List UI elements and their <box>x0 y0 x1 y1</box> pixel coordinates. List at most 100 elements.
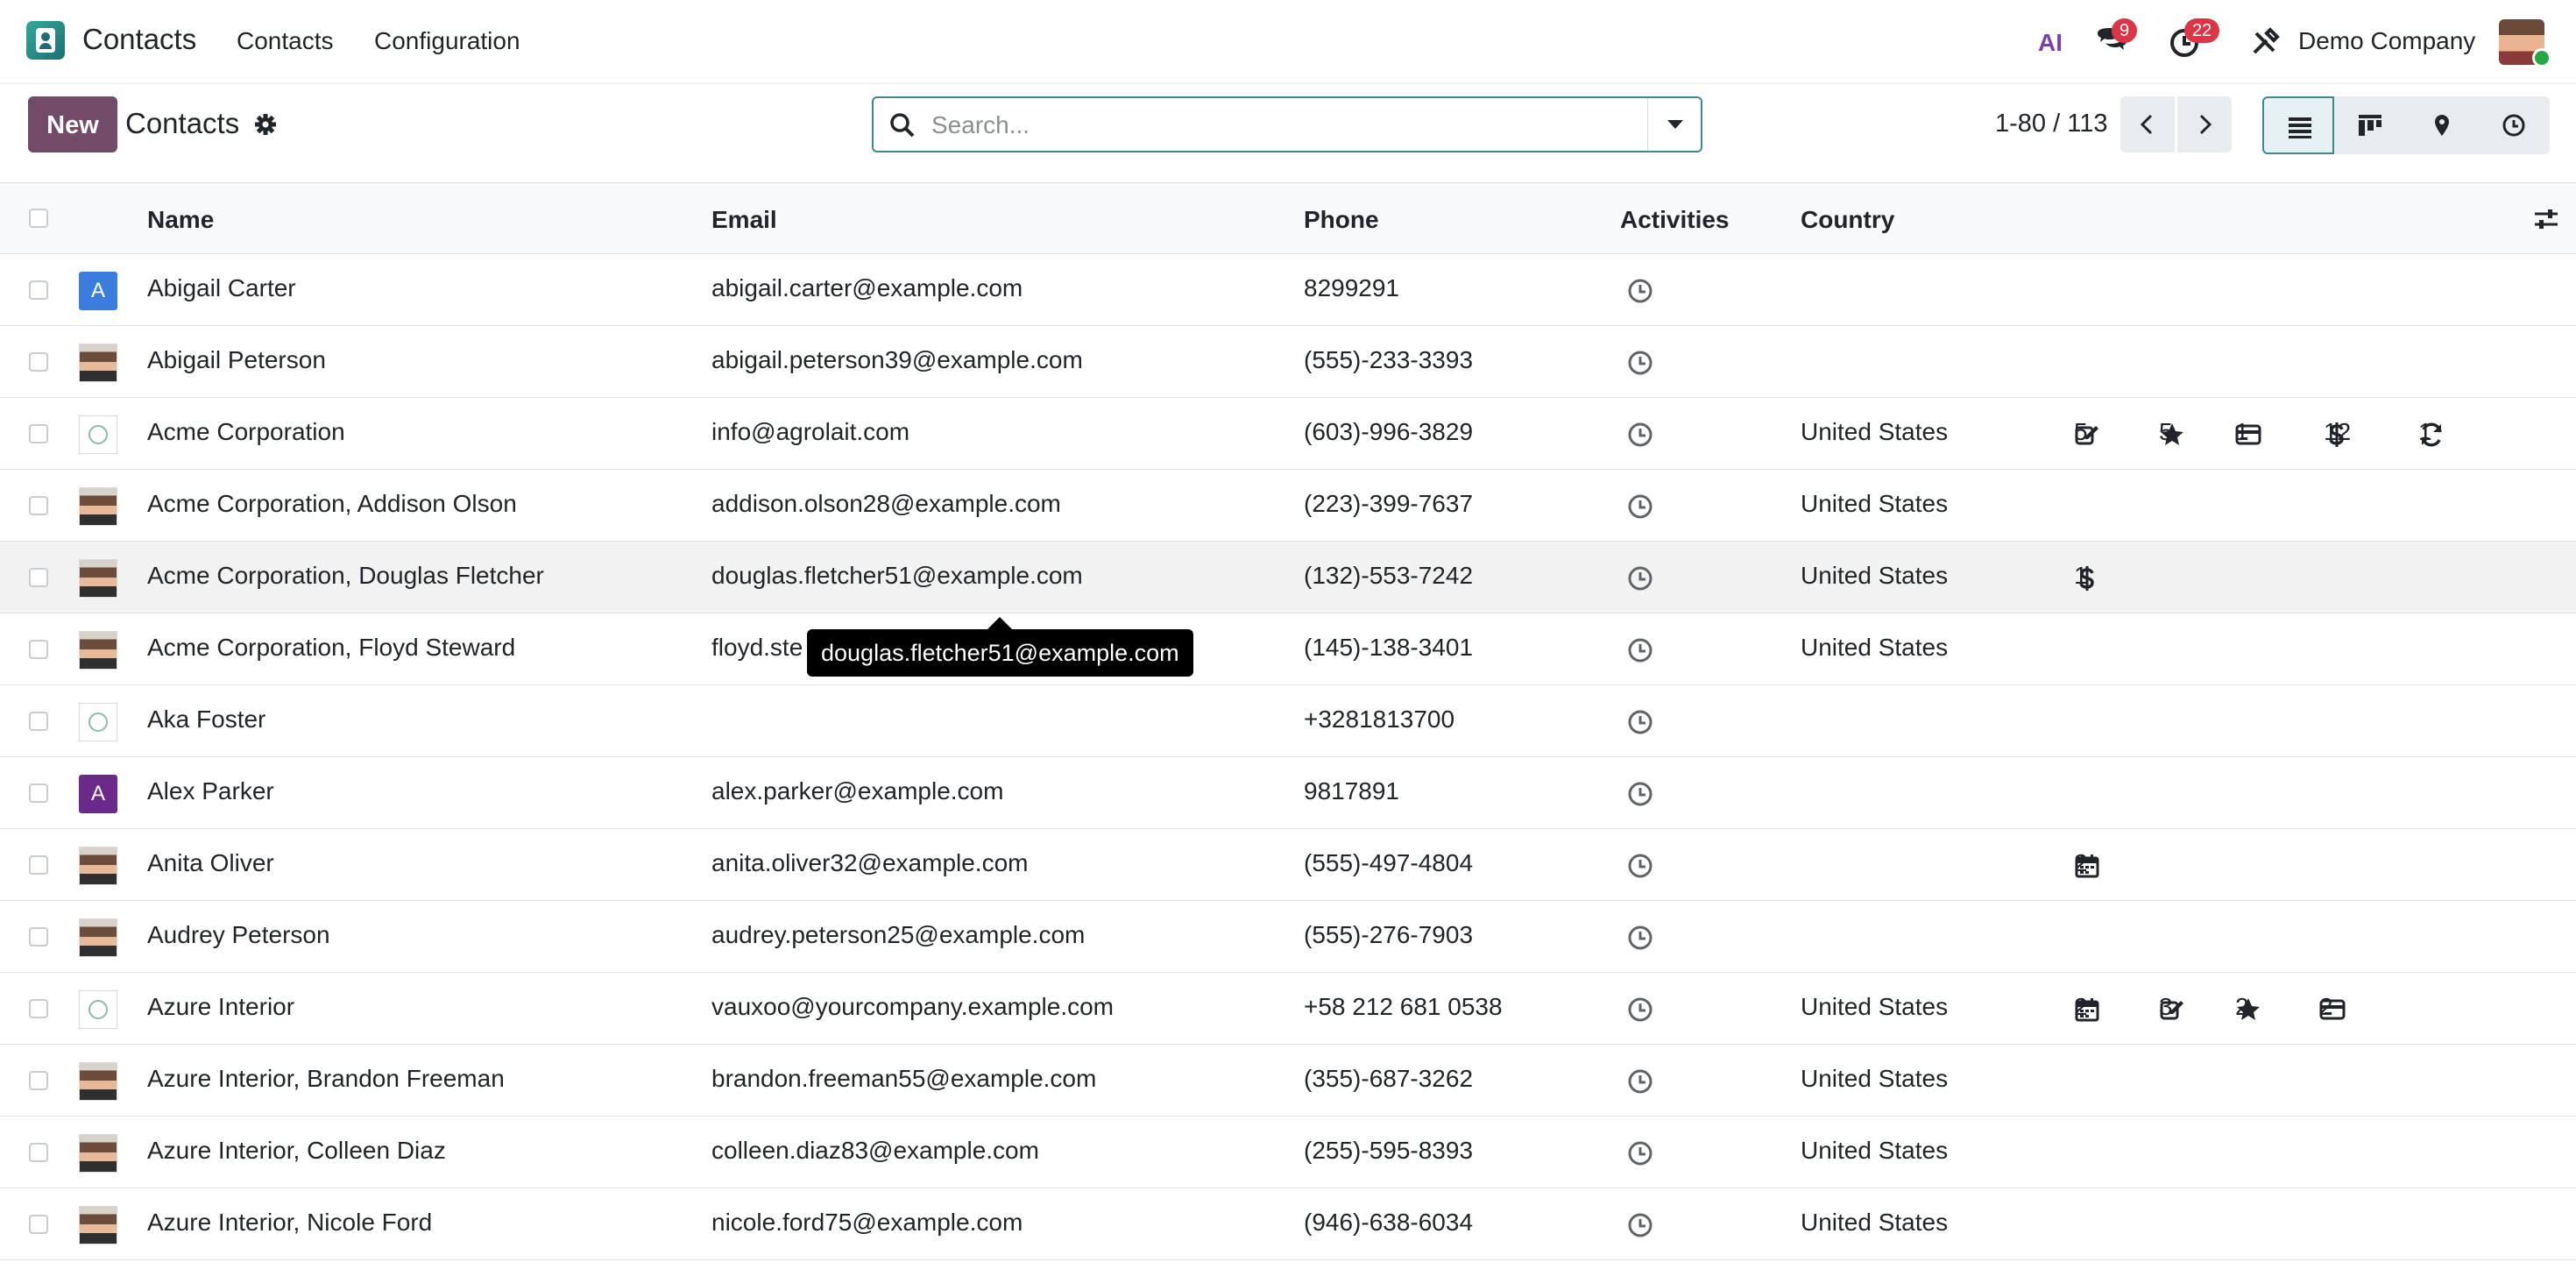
contact-email[interactable]: abigail.carter@example.com <box>711 274 1023 302</box>
row-checkbox[interactable] <box>29 999 48 1018</box>
contact-phone[interactable]: (946)-638-6034 <box>1304 1209 1473 1237</box>
contacts-app-icon[interactable] <box>26 21 65 60</box>
activity-clock-icon[interactable] <box>1627 278 1653 304</box>
row-checkbox[interactable] <box>29 352 48 372</box>
optional-columns-sliders-icon[interactable] <box>2533 206 2559 232</box>
app-name[interactable]: Contacts <box>82 23 196 56</box>
contact-phone[interactable]: 8299291 <box>1304 274 1399 302</box>
activity-clock-icon[interactable] <box>1627 422 1653 448</box>
row-checkbox[interactable] <box>29 855 48 875</box>
gear-icon[interactable] <box>254 113 277 136</box>
column-activities[interactable]: Activities <box>1620 206 1730 234</box>
table-row[interactable]: Azure Interior, Colleen Diaz colleen.diaz… <box>0 1117 2576 1188</box>
row-checkbox[interactable] <box>29 280 48 300</box>
table-row[interactable]: Azure Interior, Nicole Ford nicole.ford75… <box>0 1188 2576 1260</box>
table-row[interactable]: A Alex Parker alex.parker@example.com 98178… <box>0 757 2576 829</box>
activity-clock-icon[interactable] <box>1627 996 1653 1023</box>
row-checkbox[interactable] <box>29 496 48 515</box>
column-email[interactable]: Email <box>711 206 777 234</box>
table-row[interactable]: Abigail Peterson abigail.peterson39@examp… <box>0 326 2576 398</box>
table-row[interactable]: Acme Corporation info@agrolait.com (603)-9… <box>0 398 2576 470</box>
contact-email[interactable]: audrey.peterson25@example.com <box>711 921 1085 949</box>
search-options-toggle[interactable] <box>1647 98 1701 151</box>
table-row[interactable]: Anita Oliver anita.oliver32@example.com (5… <box>0 829 2576 901</box>
table-row[interactable]: Aka Foster +3281813700 <box>0 685 2576 757</box>
contact-name[interactable]: Acme Corporation <box>147 418 345 446</box>
row-checkbox[interactable] <box>29 712 48 731</box>
menu-configuration[interactable]: Configuration <box>374 27 520 55</box>
table-row[interactable]: Acme Corporation, Addison Olson addison.o… <box>0 470 2576 542</box>
contact-phone[interactable]: (223)-399-7637 <box>1304 490 1473 518</box>
new-button[interactable]: New <box>28 96 117 152</box>
contact-email[interactable]: anita.oliver32@example.com <box>711 849 1028 877</box>
activity-clock-icon[interactable] <box>1627 350 1653 376</box>
contact-email[interactable]: brandon.freeman55@example.com <box>711 1065 1096 1093</box>
pager-value[interactable]: 1-80 / 113 <box>1995 110 2107 138</box>
column-country[interactable]: Country <box>1801 206 1894 234</box>
table-row[interactable]: Acme Corporation, Floyd Steward floyd.ste… <box>0 613 2576 685</box>
contact-email[interactable]: info@agrolait.com <box>711 418 909 446</box>
activity-clock-icon[interactable] <box>1627 493 1653 520</box>
table-row[interactable]: Azure Interior, Brandon Freeman brandon.f… <box>0 1045 2576 1117</box>
contact-email[interactable]: vauxoo@yourcompany.example.com <box>711 993 1114 1021</box>
activity-clock-icon[interactable] <box>1627 1140 1653 1166</box>
contact-name[interactable]: Audrey Peterson <box>147 921 330 949</box>
table-row[interactable]: Azure Interior vauxoo@yourcompany.example… <box>0 973 2576 1045</box>
row-checkbox[interactable] <box>29 783 48 803</box>
contact-email[interactable]: addison.olson28@example.com <box>711 490 1061 518</box>
contact-name[interactable]: Azure Interior, Brandon Freeman <box>147 1065 505 1093</box>
contact-email[interactable]: alex.parker@example.com <box>711 777 1003 805</box>
row-checkbox[interactable] <box>29 640 48 659</box>
contact-name[interactable]: Acme Corporation, Douglas Fletcher <box>147 562 544 590</box>
activity-clock-icon[interactable] <box>1627 1068 1653 1095</box>
map-view-button[interactable] <box>2406 96 2478 154</box>
contact-name[interactable]: Aka Foster <box>147 705 265 734</box>
ai-icon[interactable]: AI <box>2037 25 2072 60</box>
contact-phone[interactable]: +58 212 681 0538 <box>1304 993 1503 1021</box>
activity-clock-icon[interactable] <box>1627 709 1653 735</box>
contact-email[interactable]: colleen.diaz83@example.com <box>711 1137 1039 1165</box>
table-row[interactable]: Audrey Peterson audrey.peterson25@example… <box>0 901 2576 973</box>
contact-phone[interactable]: (255)-595-8393 <box>1304 1137 1473 1165</box>
contact-phone[interactable]: (555)-497-4804 <box>1304 849 1473 877</box>
contact-name[interactable]: Abigail Carter <box>147 274 296 302</box>
row-checkbox[interactable] <box>29 1215 48 1234</box>
contact-phone[interactable]: (603)-996-3829 <box>1304 418 1473 446</box>
contact-name[interactable]: Acme Corporation, Addison Olson <box>147 490 517 518</box>
contact-name[interactable]: Azure Interior, Nicole Ford <box>147 1209 432 1237</box>
row-checkbox[interactable] <box>29 927 48 946</box>
row-checkbox[interactable] <box>29 1143 48 1162</box>
menu-contacts[interactable]: Contacts <box>237 27 334 55</box>
activity-clock-icon[interactable] <box>1627 565 1653 592</box>
activity-view-button[interactable] <box>2478 96 2550 154</box>
activity-clock-icon[interactable] <box>1627 925 1653 951</box>
row-checkbox[interactable] <box>29 424 48 443</box>
table-row[interactable]: Acme Corporation, Douglas Fletcher dougla… <box>0 542 2576 613</box>
company-switcher[interactable]: Demo Company <box>2298 27 2475 55</box>
column-phone[interactable]: Phone <box>1304 206 1379 234</box>
contact-name[interactable]: Alex Parker <box>147 777 274 805</box>
contact-name[interactable]: Anita Oliver <box>147 849 274 877</box>
activity-clock-icon[interactable] <box>1627 853 1653 879</box>
contact-name[interactable]: Azure Interior, Colleen Diaz <box>147 1137 446 1165</box>
contact-phone[interactable]: 9817891 <box>1304 777 1399 805</box>
column-name[interactable]: Name <box>147 206 214 234</box>
pager-next-button[interactable] <box>2177 96 2232 152</box>
contact-phone[interactable]: +3281813700 <box>1304 705 1454 734</box>
activity-clock-icon[interactable] <box>1627 637 1653 663</box>
contact-phone[interactable]: (555)-276-7903 <box>1304 921 1473 949</box>
list-view-button[interactable] <box>2262 96 2334 154</box>
contact-name[interactable]: Abigail Peterson <box>147 346 326 374</box>
contact-name[interactable]: Azure Interior <box>147 993 294 1021</box>
kanban-view-button[interactable] <box>2334 96 2406 154</box>
contact-email[interactable]: floyd.ste <box>711 634 803 662</box>
contact-name[interactable]: Acme Corporation, Floyd Steward <box>147 634 515 662</box>
contact-email[interactable]: douglas.fletcher51@example.com <box>711 562 1083 590</box>
contact-phone[interactable]: (132)-553-7242 <box>1304 562 1473 590</box>
row-checkbox[interactable] <box>29 568 48 587</box>
row-checkbox[interactable] <box>29 1071 48 1090</box>
table-row[interactable]: A Abigail Carter abigail.carter@example.co… <box>0 254 2576 326</box>
activity-clock-icon[interactable] <box>1627 1212 1653 1238</box>
contact-phone[interactable]: (555)-233-3393 <box>1304 346 1473 374</box>
contact-email[interactable]: nicole.ford75@example.com <box>711 1209 1023 1237</box>
